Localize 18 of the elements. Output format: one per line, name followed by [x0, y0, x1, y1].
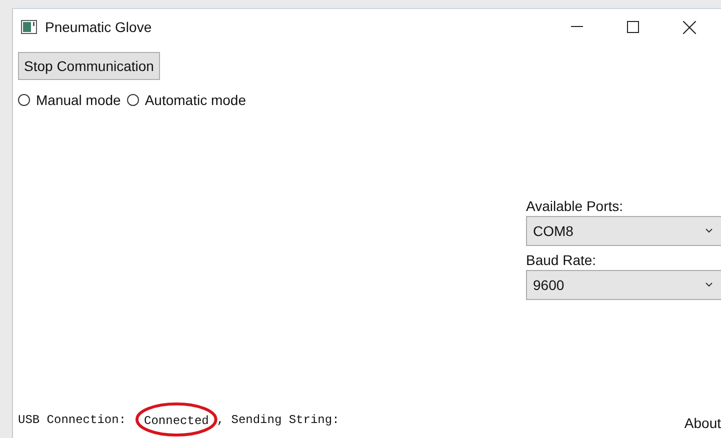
baud-rate-dropdown[interactable]: 9600 — [526, 270, 721, 300]
mode-radio[interactable]: Automatic mode — [126, 92, 246, 108]
sending-string-label: , Sending String: — [216, 412, 340, 426]
caret-icon — [705, 228, 713, 234]
stop-communication-button[interactable]: Stop Communication — [18, 52, 160, 80]
ports-dropdown[interactable]: COM8 — [526, 216, 721, 246]
minimize-icon[interactable] — [571, 26, 583, 28]
maximize-icon[interactable] — [627, 21, 639, 33]
window-title: Pneumatic Glove — [45, 19, 152, 35]
app-icon — [21, 20, 37, 34]
ports-label: Available Ports: — [526, 198, 624, 214]
mode-radio[interactable]: Manual mode — [18, 92, 121, 108]
connection-state: Connected — [144, 414, 209, 428]
caret-icon — [705, 282, 713, 288]
usb-connection-label: USB Connection: — [18, 412, 126, 426]
baud-rate-label: Baud Rate: — [526, 252, 598, 268]
about-link[interactable]: About — [684, 414, 721, 430]
close-icon[interactable] — [683, 20, 696, 34]
